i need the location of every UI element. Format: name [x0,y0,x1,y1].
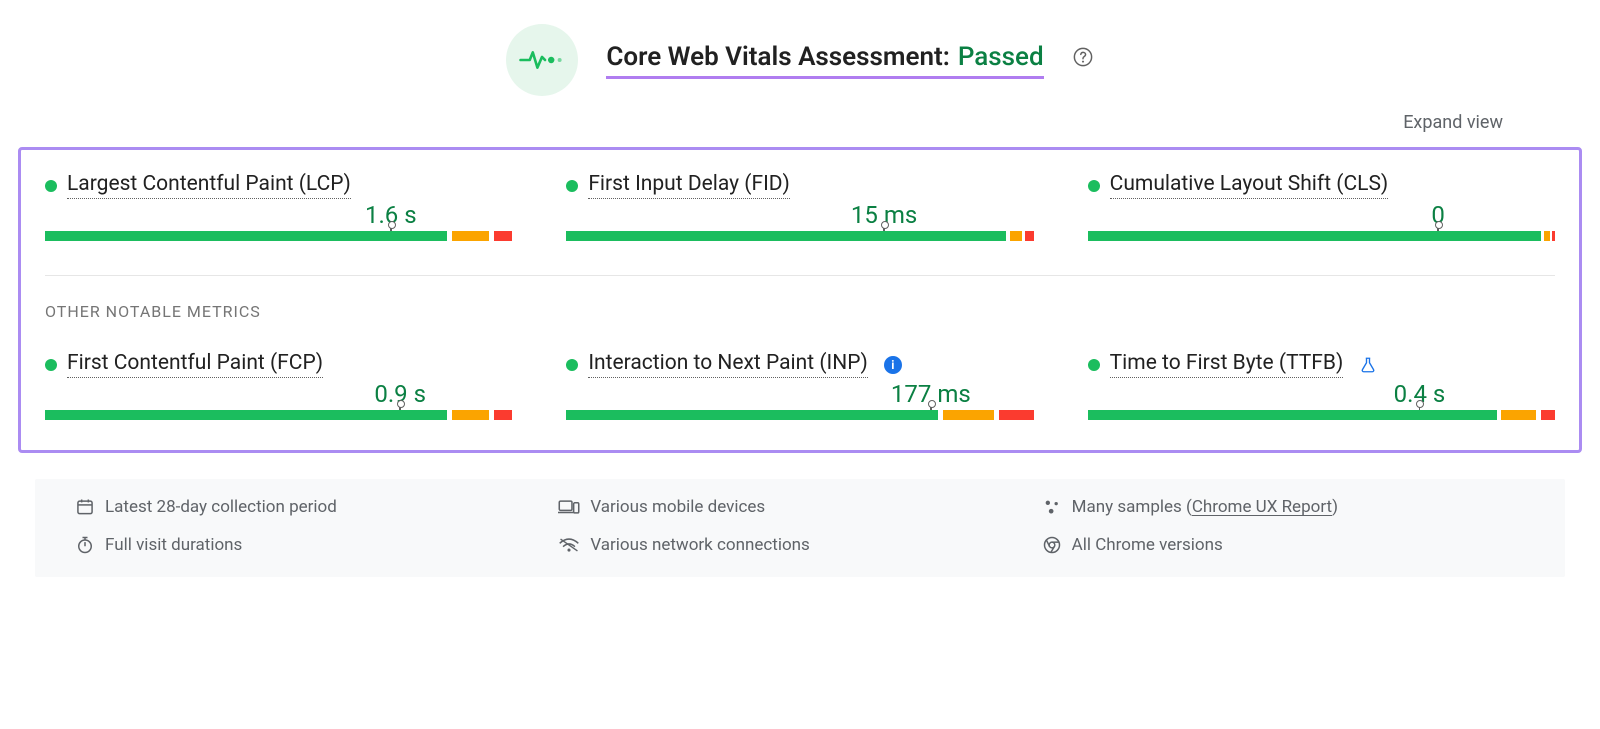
metric-cls: Cumulative Layout Shift (CLS)0 [1088,172,1555,241]
divider [45,275,1555,276]
status-dot [45,359,57,371]
metric-name-inp[interactable]: Interaction to Next Paint (INP) [588,351,867,378]
expand-view-link[interactable]: Expand view [1403,112,1503,133]
metric-lcp: Largest Contentful Paint (LCP)1.6 s [45,172,512,241]
distribution-bar [566,410,1033,420]
assessment-status: Passed [958,42,1044,72]
distribution-bar [1088,231,1555,241]
calendar-icon [75,497,95,517]
samples-icon [1042,497,1062,517]
metric-name-fid[interactable]: First Input Delay (FID) [588,172,790,199]
distribution-bar [566,231,1033,241]
footer-info: Latest 28-day collection period Various … [35,479,1565,577]
footer-samples: Many samples (Chrome UX Report) [1072,497,1338,517]
metric-ttfb: Time to First Byte (TTFB)0.4 s [1088,351,1555,420]
network-icon [558,535,580,555]
status-dot [1088,359,1100,371]
experimental-icon[interactable] [1359,356,1377,374]
distribution-bar [45,231,512,241]
footer-network: Various network connections [590,535,810,555]
metric-name-cls[interactable]: Cumulative Layout Shift (CLS) [1110,172,1389,199]
info-icon[interactable]: i [884,356,902,374]
footer-devices: Various mobile devices [590,497,765,517]
crux-report-link[interactable]: Chrome UX Report [1192,497,1332,517]
status-dot [566,180,578,192]
distribution-bar [1088,410,1555,420]
other-metrics-label: OTHER NOTABLE METRICS [45,302,1555,321]
footer-durations: Full visit durations [105,535,242,555]
metric-name-ttfb[interactable]: Time to First Byte (TTFB) [1110,351,1344,378]
metric-fcp: First Contentful Paint (FCP)0.9 s [45,351,512,420]
status-dot [45,180,57,192]
distribution-bar [45,410,512,420]
metric-name-lcp[interactable]: Largest Contentful Paint (LCP) [67,172,351,199]
metric-inp: Interaction to Next Paint (INP)i177 ms [566,351,1033,420]
stopwatch-icon [75,535,95,555]
assessment-title: Core Web Vitals Assessment: Passed [606,42,1043,79]
footer-versions: All Chrome versions [1072,535,1223,555]
metric-name-fcp[interactable]: First Contentful Paint (FCP) [67,351,323,378]
help-icon[interactable] [1072,46,1094,75]
chrome-icon [1042,535,1062,555]
metrics-panel: Largest Contentful Paint (LCP)1.6 s First… [18,147,1582,453]
pulse-icon [506,24,578,96]
footer-period: Latest 28-day collection period [105,497,337,517]
metric-fid: First Input Delay (FID)15 ms [566,172,1033,241]
status-dot [1088,180,1100,192]
devices-icon [558,497,580,517]
status-dot [566,359,578,371]
